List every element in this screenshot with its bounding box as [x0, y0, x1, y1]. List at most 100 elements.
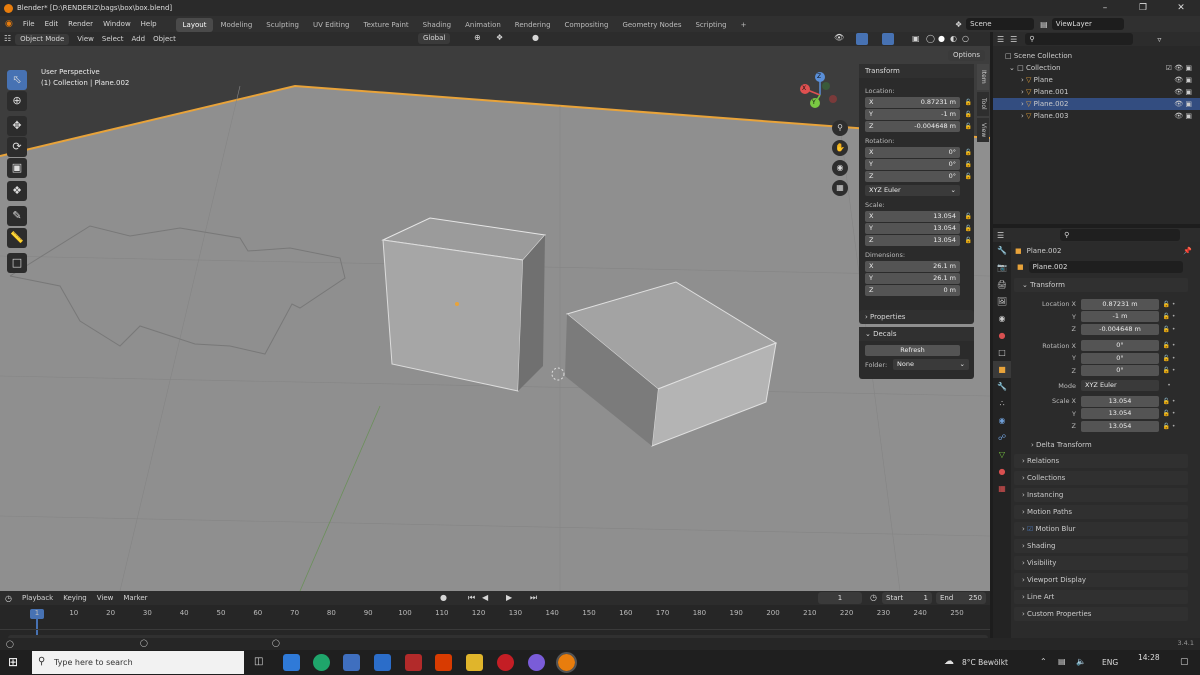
tab-layout[interactable]: Layout: [175, 17, 214, 32]
move-tool[interactable]: ✥: [7, 116, 27, 136]
notifications-icon[interactable]: ▢: [1180, 657, 1189, 667]
scale-y-field[interactable]: Y 13.054 🔓: [865, 223, 972, 234]
clock-time[interactable]: 14:28: [1138, 653, 1160, 662]
menu-select[interactable]: Select: [98, 32, 128, 46]
scale-z-field[interactable]: Z 13.054 🔓: [865, 235, 972, 246]
solid-shading-icon[interactable]: ●: [938, 34, 945, 43]
menu-add[interactable]: Add: [128, 32, 150, 46]
particles-tab-icon[interactable]: ∴: [993, 395, 1011, 412]
editor-type-icon[interactable]: ◷: [0, 594, 17, 603]
output-tab-icon[interactable]: 🖨: [993, 276, 1011, 293]
data-tab-icon[interactable]: ▽: [993, 446, 1011, 463]
editor-type-icon[interactable]: ☷: [0, 32, 15, 46]
xray-icon[interactable]: ▣: [912, 34, 920, 43]
tab-modeling[interactable]: Modeling: [213, 18, 259, 32]
menu-marker[interactable]: Marker: [118, 594, 152, 602]
blender-taskbar-icon[interactable]: [556, 652, 577, 673]
section-instancing[interactable]: › Instancing: [1014, 487, 1188, 502]
overlay-toggle-icon[interactable]: [882, 33, 894, 45]
add-workspace-button[interactable]: +: [734, 18, 754, 32]
filter-icon[interactable]: ▿: [1157, 35, 1161, 44]
end-frame-field[interactable]: End 250: [936, 592, 986, 604]
office-icon[interactable]: [435, 654, 452, 671]
dimensions-y-field[interactable]: Y 26.1 m: [865, 273, 960, 284]
scale-x-field[interactable]: X 13.054 🔓: [865, 211, 972, 222]
pivot-icon[interactable]: ⊕: [474, 33, 481, 42]
menu-render[interactable]: Render: [63, 16, 98, 32]
collection-tab-icon[interactable]: □: [993, 344, 1011, 361]
options-dropdown[interactable]: Options: [948, 50, 986, 61]
close-icon[interactable]: ✕: [1162, 0, 1200, 16]
play-icon[interactable]: ▶: [506, 593, 512, 602]
anydesk-icon[interactable]: [405, 654, 422, 671]
edge-icon[interactable]: [313, 654, 330, 671]
tab-rendering[interactable]: Rendering: [508, 18, 558, 32]
outliner-scene-collection[interactable]: □ Scene Collection: [993, 50, 1200, 62]
delta-transform-header[interactable]: › Delta Transform: [1023, 438, 1200, 452]
zoom-icon[interactable]: ⚲: [832, 120, 848, 136]
perspective-grid-icon[interactable]: ▦: [832, 180, 848, 196]
location-x-field[interactable]: X 0.87231 m 🔓: [865, 97, 972, 108]
minimize-icon[interactable]: –: [1086, 0, 1124, 16]
menu-object[interactable]: Object: [149, 32, 180, 46]
menu-view[interactable]: View: [92, 594, 119, 602]
rotation-mode-dropdown[interactable]: XYZ Euler ⌄: [865, 185, 960, 196]
section-relations[interactable]: › Relations: [1014, 453, 1188, 468]
3d-viewport[interactable]: Z X Y User Perspective (1) Collection | …: [0, 46, 990, 591]
scene-selector[interactable]: Scene: [966, 18, 1035, 30]
sidebar-tab-tool[interactable]: Tool: [977, 92, 989, 116]
outliner-collection[interactable]: ⌄ □ Collection ☑ 👁 ▣: [993, 62, 1200, 74]
material-shading-icon[interactable]: ◐: [950, 34, 957, 43]
outliner-item-plane-003[interactable]: › ▽ Plane.003 👁 ▣: [993, 110, 1200, 122]
prop-rotation-z[interactable]: Z 0° 🔓 •: [993, 365, 1200, 377]
prop-location-y[interactable]: Y -1 m 🔓 •: [993, 311, 1200, 323]
language-indicator[interactable]: ENG: [1102, 658, 1118, 667]
refresh-button[interactable]: Refresh: [865, 345, 960, 356]
location-z-field[interactable]: Z -0.004648 m 🔓: [865, 121, 972, 132]
opera-icon[interactable]: [497, 654, 514, 671]
tab-texture-paint[interactable]: Texture Paint: [357, 18, 416, 32]
tab-animation[interactable]: Animation: [458, 18, 508, 32]
rotation-y-field[interactable]: Y 0° 🔓: [865, 159, 972, 170]
jump-start-icon[interactable]: ⏮: [468, 593, 475, 603]
file-explorer-icon[interactable]: [466, 654, 483, 671]
tab-geometry-nodes[interactable]: Geometry Nodes: [615, 18, 688, 32]
texture-tab-icon[interactable]: ▦: [993, 480, 1011, 497]
wireframe-shading-icon[interactable]: ◯: [926, 34, 935, 43]
rotate-tool[interactable]: ⟳: [7, 137, 27, 157]
annotate-tool[interactable]: ✎: [7, 206, 27, 226]
maximize-icon[interactable]: ❐: [1124, 0, 1162, 16]
properties-search-input[interactable]: ⚲: [1060, 229, 1181, 241]
transform-panel-header[interactable]: Transform: [859, 64, 974, 78]
measure-tool[interactable]: 📏: [7, 228, 27, 248]
transform-tool[interactable]: ❖: [7, 181, 27, 201]
gizmo-toggle-icon[interactable]: [856, 33, 868, 45]
volume-icon[interactable]: 🔈: [1076, 657, 1086, 666]
weather-text[interactable]: 8°C Bewölkt: [962, 658, 1008, 667]
dimensions-z-field[interactable]: Z0 m: [865, 285, 960, 296]
pin-icon[interactable]: 📌: [1183, 244, 1192, 258]
section-line-art[interactable]: › Line Art: [1014, 589, 1188, 604]
dimensions-x-field[interactable]: X 26.1 m: [865, 261, 960, 272]
world-tab-icon[interactable]: ●: [993, 327, 1011, 344]
taskbar-search-input[interactable]: Type here to search: [32, 651, 244, 674]
menu-keying[interactable]: Keying: [58, 594, 92, 602]
menu-help[interactable]: Help: [136, 16, 162, 32]
object-tab-icon[interactable]: ■: [993, 361, 1011, 378]
prop-rotation-y[interactable]: Y 0° 🔓 •: [993, 352, 1200, 364]
decals-panel-header[interactable]: ⌄ Decals: [859, 327, 974, 341]
snap-icon[interactable]: ❖: [496, 33, 503, 42]
sidebar-tab-item[interactable]: Item: [977, 64, 989, 90]
tab-scripting[interactable]: Scripting: [688, 18, 733, 32]
section-collections[interactable]: › Collections: [1014, 470, 1188, 485]
section-shading[interactable]: › Shading: [1014, 538, 1188, 553]
prop-scale-y[interactable]: Y 13.054 🔓 •: [993, 408, 1200, 420]
prop-scale-x[interactable]: Scale X 13.054 🔓 •: [993, 395, 1200, 407]
editor-type-icon[interactable]: ☰: [997, 35, 1004, 44]
windows-start-icon[interactable]: ⊞: [8, 655, 18, 669]
store-icon[interactable]: [343, 654, 360, 671]
start-frame-field[interactable]: Start 1: [882, 592, 932, 604]
network-icon[interactable]: ▤: [1058, 657, 1066, 666]
select-box-tool[interactable]: ⬁: [7, 70, 27, 90]
jump-end-icon[interactable]: ⏭: [530, 593, 537, 603]
